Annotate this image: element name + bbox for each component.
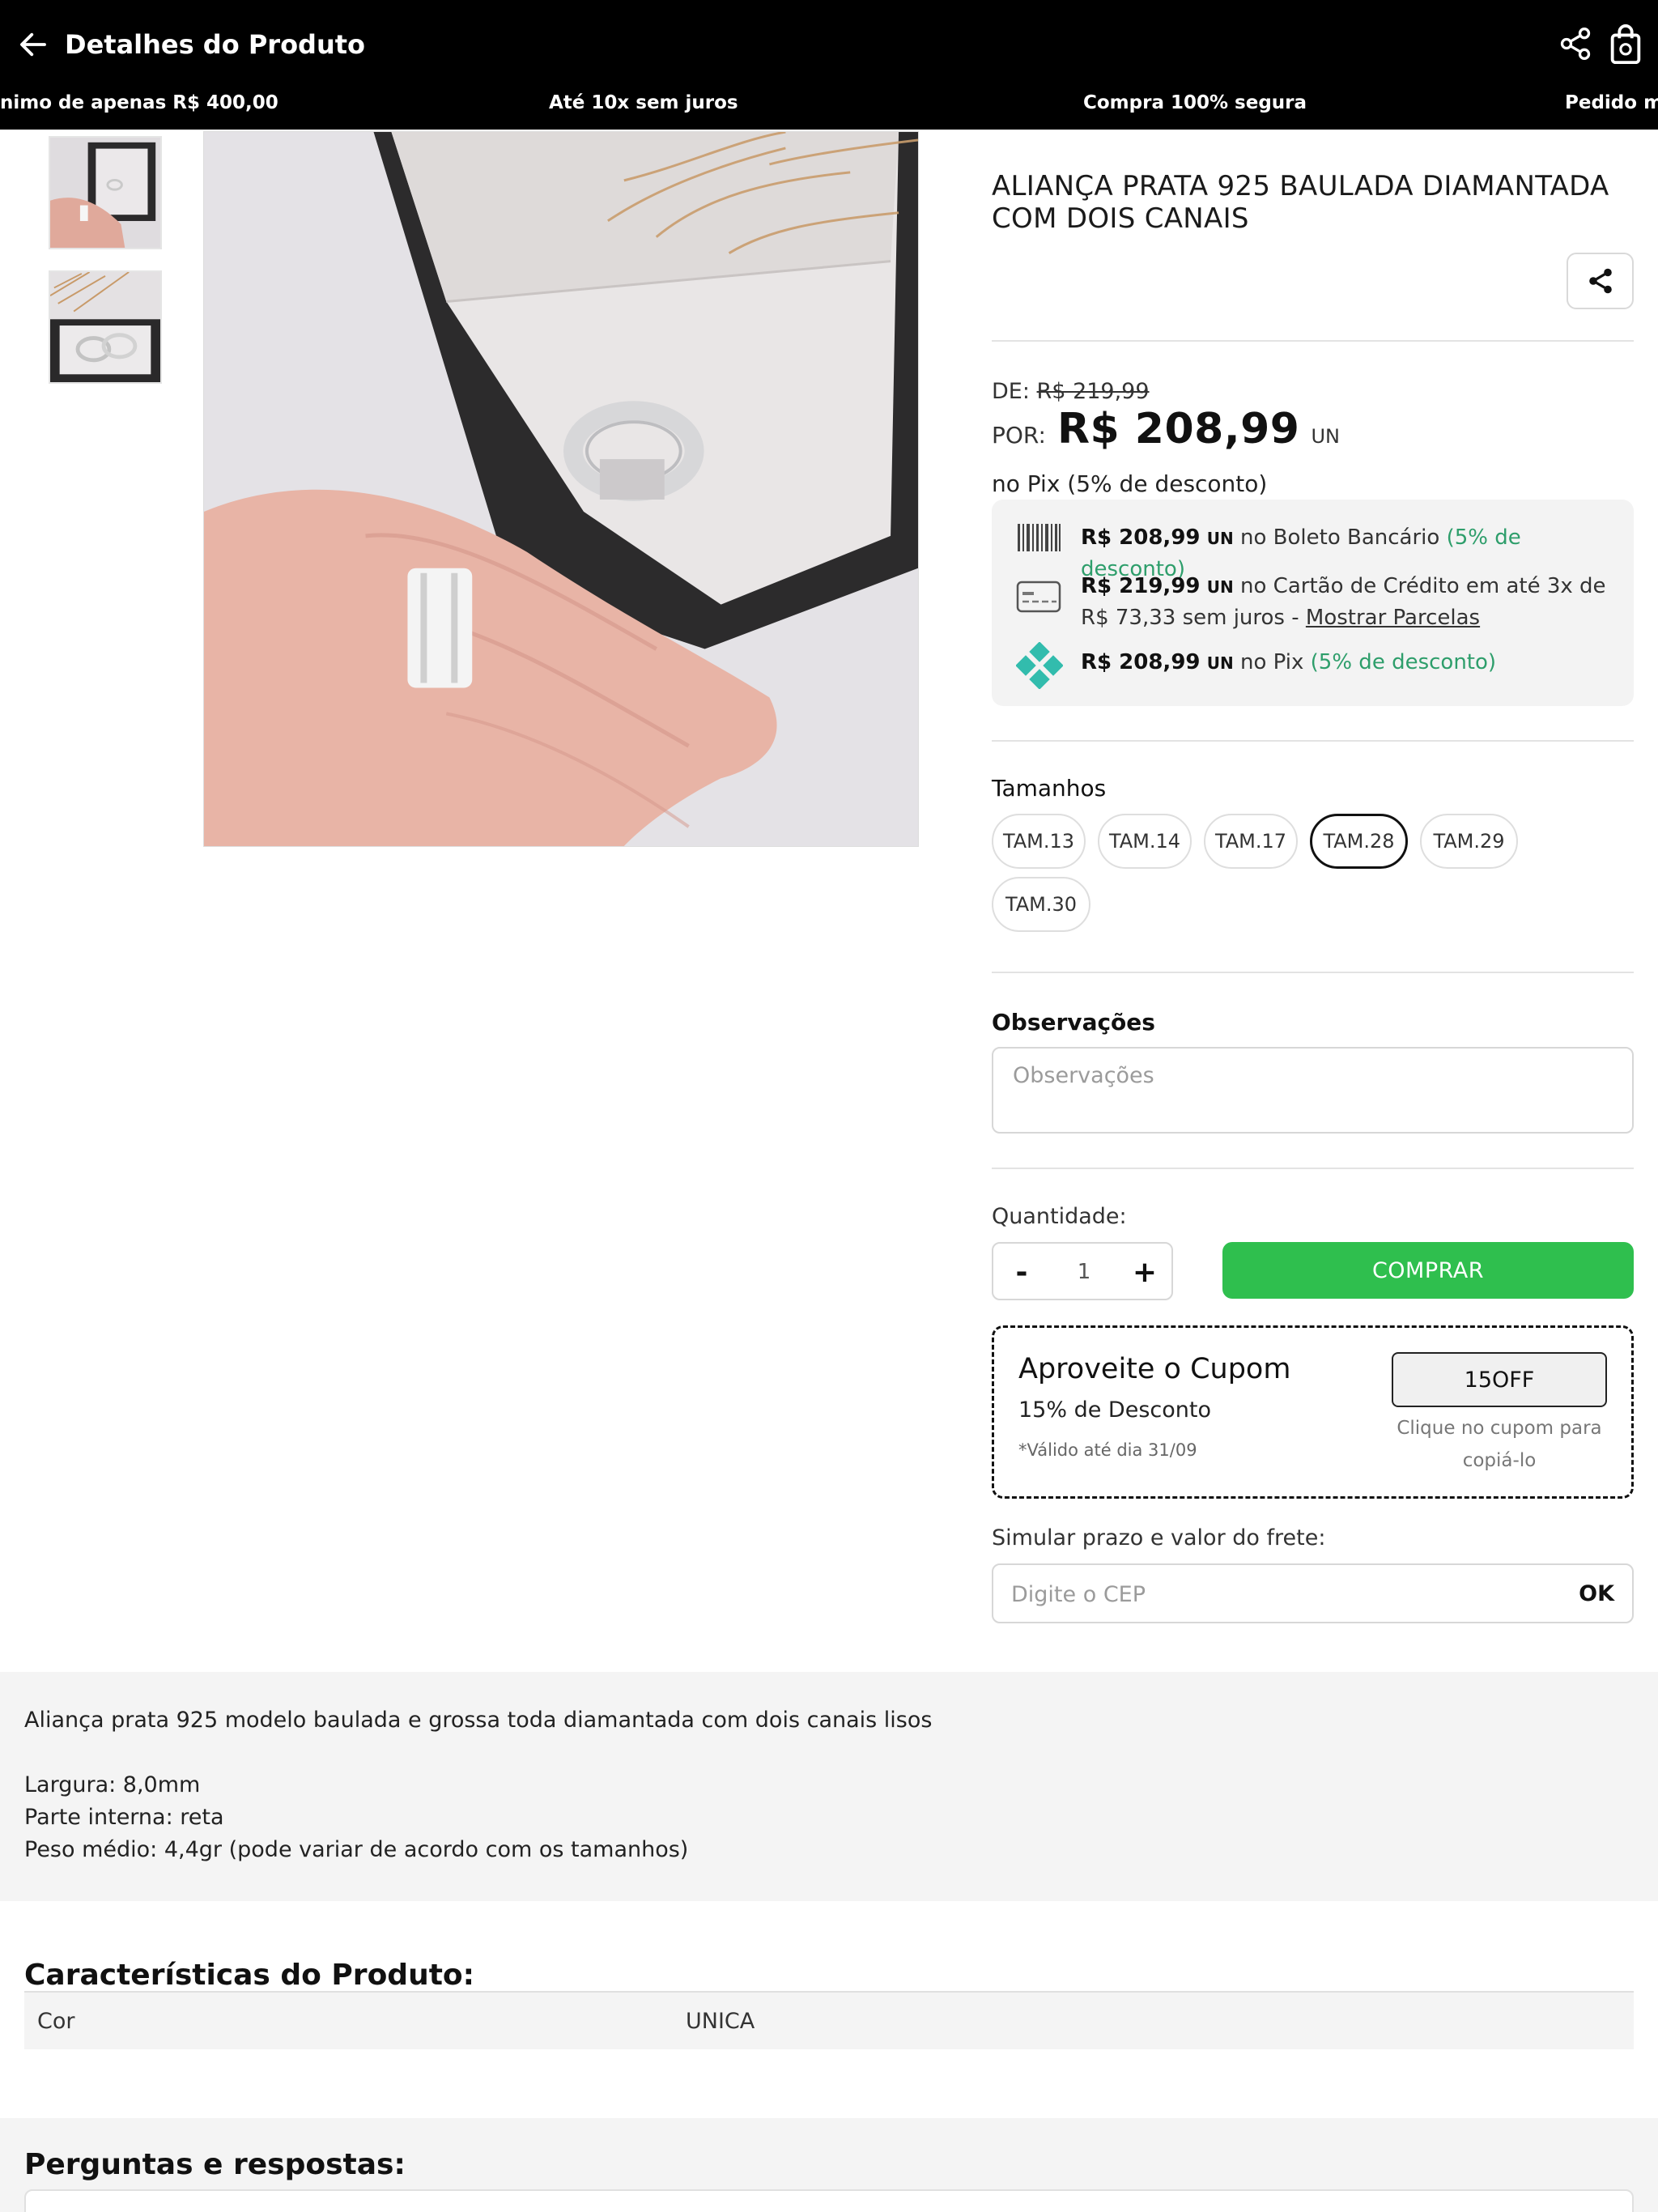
share-icon: [1588, 268, 1612, 294]
characteristics-row: Cor UNICA: [24, 1991, 1634, 2049]
questions-title: Perguntas e respostas:: [24, 2148, 406, 2181]
shipping-label: Simular prazo e valor do frete:: [992, 1525, 1326, 1551]
price-unit: UN: [1311, 425, 1340, 448]
current-price: POR: R$ 208,99 UN: [992, 405, 1634, 457]
question-field[interactable]: [24, 2189, 1634, 2212]
size-option-17[interactable]: TAM.17: [1204, 814, 1298, 869]
payment-card-text: R$ 219,99 UN no Cartão de Crédito em até…: [1081, 571, 1615, 633]
sizes-label: Tamanhos: [992, 775, 1107, 802]
barcode-icon: [1018, 524, 1061, 551]
description-line: Largura: 8,0mm: [24, 1772, 201, 1797]
old-price-label: DE:: [992, 379, 1030, 404]
product-main-image[interactable]: [203, 131, 919, 847]
coupon-validity: *Válido até dia 31/09: [1018, 1440, 1197, 1460]
show-installments-link[interactable]: Mostrar Parcelas: [1306, 606, 1480, 630]
pix-icon: [1016, 642, 1063, 689]
share-button[interactable]: [1567, 253, 1634, 309]
current-price-label: POR:: [992, 422, 1046, 449]
coupon-card: Aproveite o Cupom 15% de Desconto *Válid…: [992, 1325, 1634, 1499]
cep-input[interactable]: [1011, 1576, 1529, 1612]
promo-ticker: nimo de apenas R$ 400,00 Até 10x sem jur…: [0, 76, 1658, 130]
size-option-14[interactable]: TAM.14: [1098, 814, 1192, 869]
shipping-calculator: OK: [992, 1563, 1634, 1623]
card-unit: UN: [1206, 577, 1234, 597]
page-title: Detalhes do Produto: [65, 29, 366, 60]
questions-section: Perguntas e respostas:: [0, 2118, 1658, 2212]
quantity-stepper: - +: [992, 1242, 1173, 1300]
boleto-unit: UN: [1206, 529, 1234, 548]
ticker-item: Pedido mí: [1565, 92, 1658, 113]
divider: [992, 340, 1634, 342]
old-price: DE: R$ 219,99: [992, 377, 1634, 406]
coupon-code-button[interactable]: 15OFF: [1392, 1352, 1607, 1407]
thumbnail-1[interactable]: [49, 136, 162, 249]
current-price-value: R$ 208,99: [1056, 405, 1300, 453]
quantity-increase-button[interactable]: +: [1124, 1252, 1165, 1292]
quantity-input[interactable]: [1050, 1253, 1118, 1291]
old-price-value: R$ 219,99: [1036, 379, 1150, 404]
pix-discount: (5% de desconto): [1310, 650, 1497, 674]
coupon-hint: Clique no cupom para copiá-lo: [1397, 1418, 1602, 1471]
boleto-label: no Boleto Bancário: [1240, 525, 1440, 550]
size-option-13[interactable]: TAM.13: [992, 814, 1086, 869]
pix-price: R$ 208,99: [1081, 650, 1201, 674]
payment-options: R$ 208,99 UN no Boleto Bancário (5% de d…: [992, 500, 1634, 706]
divider: [992, 740, 1634, 742]
ticker-item: Compra 100% segura: [1083, 92, 1307, 113]
quantity-label: Quantidade:: [992, 1204, 1127, 1229]
shopping-bag-icon[interactable]: [1609, 24, 1642, 65]
coupon-title: Aproveite o Cupom: [1018, 1353, 1291, 1385]
ticker-item: Até 10x sem juros: [549, 92, 738, 113]
pix-note: no Pix (5% de desconto): [992, 470, 1268, 497]
description-line: Parte interna: reta: [24, 1805, 224, 1830]
divider: [992, 1168, 1634, 1169]
observations-label: Observações: [992, 1009, 1155, 1036]
coupon-subtitle: 15% de Desconto: [1018, 1397, 1211, 1423]
divider: [992, 972, 1634, 973]
quantity-decrease-button[interactable]: -: [1001, 1252, 1042, 1292]
size-option-28[interactable]: TAM.28: [1310, 814, 1408, 869]
ticker-item: nimo de apenas R$ 400,00: [0, 92, 278, 113]
pix-unit: UN: [1206, 653, 1234, 673]
cep-ok-button[interactable]: OK: [1579, 1580, 1614, 1609]
payment-pix-text: R$ 208,99 UN no Pix (5% de desconto): [1081, 647, 1615, 678]
description-line: Peso médio: 4,4gr (pode variar de acordo…: [24, 1837, 689, 1862]
pix-label: no Pix: [1240, 650, 1304, 674]
size-option-30[interactable]: TAM.30: [992, 877, 1090, 932]
observations-field[interactable]: [992, 1047, 1634, 1134]
boleto-price: R$ 208,99: [1081, 525, 1201, 550]
characteristics-title: Características do Produto:: [24, 1959, 475, 1992]
thumbnail-2[interactable]: [49, 270, 162, 384]
buy-button[interactable]: COMPRAR: [1222, 1242, 1634, 1299]
characteristic-name: Cor: [37, 2009, 75, 2034]
product-title: ALIANÇA PRATA 925 BAULADA DIAMANTADA COM…: [992, 170, 1609, 235]
description-line: Aliança prata 925 modelo baulada e gross…: [24, 1708, 933, 1733]
card-price: R$ 219,99: [1081, 574, 1201, 598]
size-option-29[interactable]: TAM.29: [1420, 814, 1518, 869]
arrow-left-icon[interactable]: [16, 28, 50, 62]
share-icon[interactable]: [1558, 26, 1593, 62]
credit-card-icon: [1016, 581, 1061, 613]
product-description: Aliança prata 925 modelo baulada e gross…: [0, 1672, 1658, 1901]
characteristic-value: UNICA: [686, 2009, 755, 2034]
